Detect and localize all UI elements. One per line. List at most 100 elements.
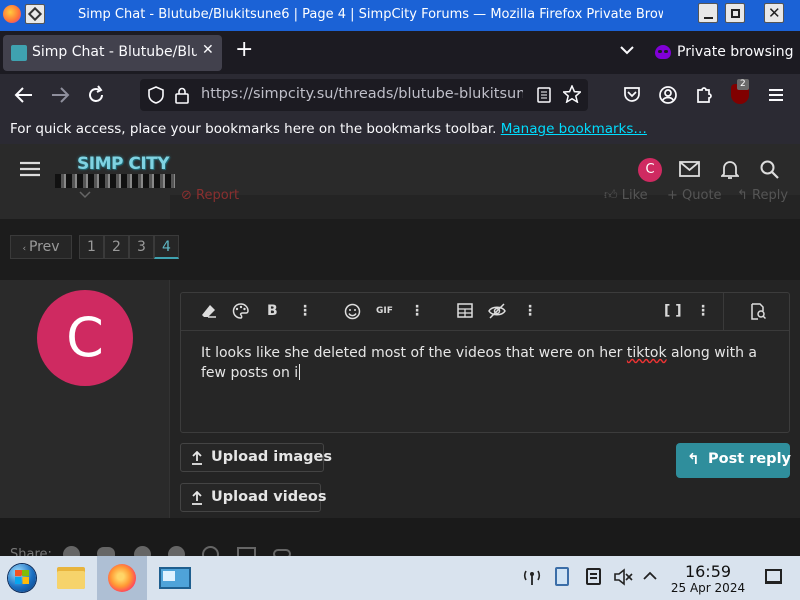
clock-date: 25 Apr 2024 <box>670 581 746 595</box>
new-tab-button[interactable]: + <box>235 39 253 61</box>
bookmark-star-icon[interactable] <box>563 85 581 103</box>
logo-text: SIMP CITY <box>77 154 170 174</box>
extensions-puzzle-icon[interactable] <box>695 85 713 104</box>
upload-icon <box>191 491 203 505</box>
reply-editor[interactable]: B ⋮ GIF ⋮ ⋮ [ ] ⋮ It looks like she dele… <box>180 292 790 433</box>
bookmarks-toolbar: For quick access, place your bookmarks h… <box>0 116 800 144</box>
forward-button[interactable] <box>50 85 70 105</box>
back-button[interactable] <box>14 85 34 105</box>
volume-muted-icon[interactable] <box>613 568 633 586</box>
site-menu-icon[interactable] <box>20 161 40 177</box>
maximize-button[interactable] <box>725 3 745 23</box>
quote-label: Quote <box>682 188 722 203</box>
inbox-icon[interactable] <box>679 161 700 177</box>
clock[interactable]: 16:59 25 Apr 2024 <box>665 563 751 596</box>
show-hidden-icons-chevron-icon[interactable] <box>643 571 657 581</box>
spoiler-eye-slash-icon[interactable] <box>488 303 506 319</box>
quote-link[interactable]: + Quote <box>667 188 722 203</box>
clipboard-tray-icon[interactable] <box>555 567 569 586</box>
report-label: Report <box>196 188 240 203</box>
tab-active[interactable]: Simp Chat - Blutube/Bluk ✕ <box>3 35 222 71</box>
upload-icon <box>191 451 203 465</box>
network-tray-icon[interactable] <box>523 568 541 586</box>
tab-label: Simp Chat - Blutube/Bluk <box>32 44 197 60</box>
more-insert-options-icon[interactable]: ⋮ <box>410 303 424 319</box>
more-block-options-icon[interactable]: ⋮ <box>523 303 537 319</box>
alerts-bell-icon[interactable] <box>721 160 739 179</box>
lock-icon[interactable] <box>175 87 189 104</box>
upload-images-label: Upload images <box>211 449 333 465</box>
pagination-page-1[interactable]: 1 <box>79 235 104 259</box>
reply-label: Reply <box>752 188 789 203</box>
remove-format-eraser-icon[interactable] <box>201 303 217 319</box>
tracking-protection-shield-icon[interactable] <box>148 86 164 104</box>
pagination-page-2[interactable]: 2 <box>104 235 129 259</box>
preview-icon[interactable] <box>750 303 766 320</box>
minimize-button[interactable] <box>698 3 718 23</box>
close-window-button[interactable]: ✕ <box>764 3 784 23</box>
reply-user-avatar[interactable]: C <box>37 290 133 386</box>
private-browsing-icon <box>655 45 671 59</box>
remote-desktop-taskbar-icon[interactable] <box>155 558 195 598</box>
share-bar: Share: <box>0 518 800 563</box>
reply-draft-text[interactable]: It looks like she deleted most of the vi… <box>201 343 771 383</box>
pagination-page-3[interactable]: 3 <box>129 235 154 259</box>
file-manager-taskbar-icon[interactable] <box>50 558 90 598</box>
window-menu-icon[interactable] <box>25 4 45 24</box>
like-label: Like <box>621 188 648 203</box>
post-reply-label: Post reply <box>708 451 791 467</box>
more-text-options-icon[interactable]: ⋮ <box>298 303 312 319</box>
firefox-taskbar-icon[interactable] <box>97 556 147 600</box>
account-icon[interactable] <box>659 86 677 104</box>
window-titlebar: Simp Chat - Blutube/Blukitsune6 | Page 4… <box>0 0 800 31</box>
url-bar[interactable]: https://simpcity.su/threads/blutube-bluk… <box>140 79 588 111</box>
show-desktop-icon[interactable] <box>765 569 782 584</box>
reader-view-icon[interactable] <box>537 87 551 103</box>
reply-arrow-icon: ↰ <box>687 450 700 468</box>
reload-button[interactable] <box>86 85 106 105</box>
expand-chevron-icon[interactable] <box>79 191 91 199</box>
simpcity-logo[interactable]: SIMP CITY <box>55 154 175 188</box>
hamburger-menu-icon[interactable] <box>768 88 784 102</box>
upload-videos-button[interactable]: Upload videos <box>180 483 327 512</box>
url-text[interactable]: https://simpcity.su/threads/blutube-bluk… <box>201 86 523 102</box>
list-all-tabs-icon[interactable] <box>620 45 634 55</box>
manage-bookmarks-link[interactable]: Manage bookmarks… <box>501 121 647 137</box>
insert-table-icon[interactable] <box>457 303 473 318</box>
gif-icon[interactable]: GIF <box>376 306 393 316</box>
notes-tray-icon[interactable] <box>586 568 601 585</box>
pagination-prev-label: Prev <box>28 239 60 255</box>
draft-text-part: It looks like she deleted most of the vi… <box>201 345 627 361</box>
start-menu-button[interactable] <box>2 558 42 598</box>
search-icon[interactable] <box>760 160 779 179</box>
upload-videos-label: Upload videos <box>211 489 327 505</box>
extension-badge: 2 <box>737 79 749 90</box>
editor-toolbar: B ⋮ GIF ⋮ ⋮ [ ] ⋮ <box>181 293 789 331</box>
bold-icon[interactable]: B <box>267 303 278 319</box>
navigation-toolbar: https://simpcity.su/threads/blutube-bluk… <box>0 74 800 116</box>
more-editor-options-icon[interactable]: ⋮ <box>696 303 710 319</box>
user-avatar-small[interactable]: C <box>638 158 662 182</box>
close-icon: ✕ <box>768 4 781 22</box>
private-browsing-label: Private browsing <box>677 44 794 60</box>
upload-images-button[interactable]: Upload images <box>180 443 332 472</box>
bookmarks-hint: For quick access, place your bookmarks h… <box>10 121 497 137</box>
previous-post-footer: ⊘ Report 👍︎ Like + Quote ↰ Reply <box>0 188 800 219</box>
window-title: Simp Chat - Blutube/Blukitsune6 | Page 4… <box>78 7 663 22</box>
text-color-palette-icon[interactable] <box>232 303 249 319</box>
emoji-smiley-icon[interactable] <box>344 303 361 320</box>
like-link[interactable]: 👍︎ Like <box>604 188 648 203</box>
ublock-extension-icon[interactable]: 2 <box>731 79 749 104</box>
simpcity-favicon <box>11 45 27 61</box>
close-tab-icon[interactable]: ✕ <box>202 42 214 58</box>
toggle-bbcode-icon[interactable]: [ ] <box>664 303 682 319</box>
firefox-window-icon <box>3 5 21 23</box>
misspelled-word: tiktok <box>626 345 667 361</box>
reply-link[interactable]: ↰ Reply <box>737 188 788 203</box>
pagination-prev-button[interactable]: ‹ Prev <box>10 235 72 259</box>
pagination-page-4[interactable]: 4 <box>154 235 179 259</box>
tab-strip: Simp Chat - Blutube/Bluk ✕ + Private bro… <box>0 31 800 74</box>
post-reply-button[interactable]: ↰ Post reply <box>676 443 791 478</box>
pocket-icon[interactable] <box>623 86 641 103</box>
report-link[interactable]: ⊘ Report <box>181 188 239 203</box>
